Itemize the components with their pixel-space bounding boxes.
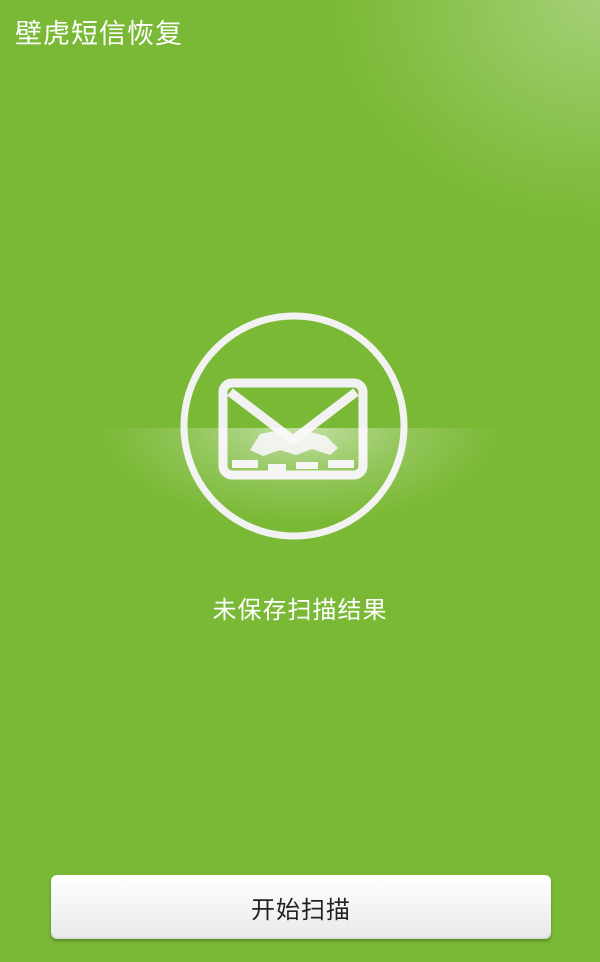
app-screen: 壁虎短信恢复 未保存扫描结果 开始扫描 [0, 0, 600, 962]
mail-envelope-icon [180, 312, 408, 540]
app-title: 壁虎短信恢复 [15, 19, 183, 50]
scan-emblem [100, 310, 500, 550]
start-scan-button-label: 开始扫描 [251, 895, 351, 924]
scan-status-text: 未保存扫描结果 [212, 596, 388, 624]
start-scan-button[interactable]: 开始扫描 [51, 875, 551, 939]
